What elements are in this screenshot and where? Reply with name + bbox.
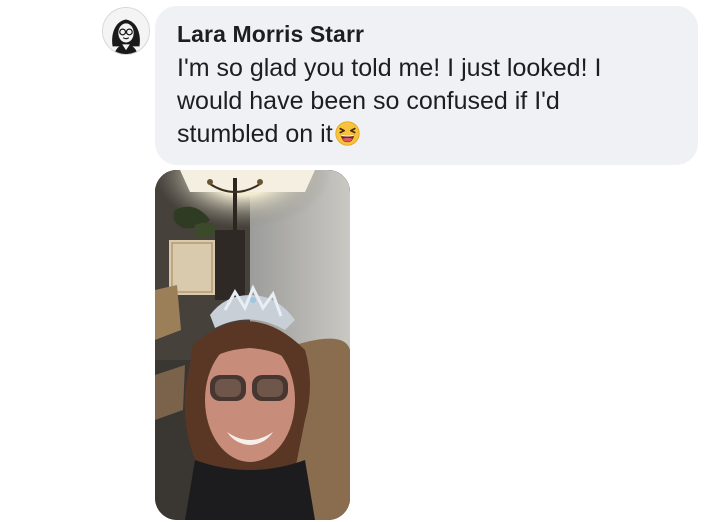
avatar-portrait-icon [103,8,149,54]
laughing-squinting-face-icon [335,121,360,146]
comment-text-wrap: I'm so glad you told me! I just looked! … [177,52,662,151]
photo-image [155,170,350,520]
comment: Lara Morris Starr I'm so glad you told m… [0,0,720,522]
comment-text: I'm so glad you told me! I just looked! … [177,54,602,148]
comment-bubble: Lara Morris Starr I'm so glad you told m… [155,6,698,165]
attached-photo[interactable] [155,170,350,520]
avatar[interactable] [102,7,150,55]
author-name[interactable]: Lara Morris Starr [177,19,676,49]
